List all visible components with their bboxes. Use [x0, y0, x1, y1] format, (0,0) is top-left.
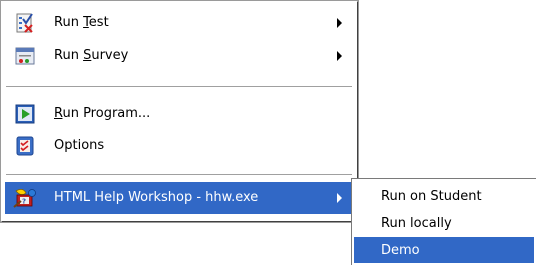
- submenu-item-run-locally[interactable]: Run locally: [354, 210, 534, 236]
- submenu-arrow-icon: [337, 193, 342, 203]
- menu-item-label-rest: est: [88, 15, 109, 30]
- submenu-item-label: Run locally: [381, 216, 452, 231]
- submenu-arrow-icon: [337, 18, 342, 28]
- options-checklist-icon: [15, 136, 35, 156]
- menu-item-html-help-workshop[interactable]: ? HTML Help Workshop - hhw.exe: [5, 182, 353, 214]
- menu-item-label: Run: [54, 48, 84, 63]
- menu-separator: [6, 174, 352, 176]
- survey-window-icon: [15, 46, 35, 66]
- submenu-item-label: Run on Student: [381, 189, 482, 204]
- menu-item-label-rest: Options: [54, 138, 105, 153]
- menu-item-options[interactable]: Options: [5, 130, 353, 162]
- menu-separator: [6, 86, 352, 88]
- svg-text:?: ?: [22, 198, 26, 206]
- menu-item-label-rest: urvey: [91, 48, 129, 63]
- menu-item-label: HTML Help Workshop - hhw.exe: [54, 190, 259, 205]
- menu-item-label: Run: [54, 15, 84, 30]
- menu-item-label-rest: un Program...: [62, 106, 151, 121]
- context-menu: Run Test Run Survey Run Program... Optio…: [0, 0, 359, 223]
- help-workshop-icon: ?: [13, 187, 37, 209]
- menu-item-run-test[interactable]: Run Test: [5, 7, 353, 39]
- submenu-item-label: Demo: [381, 243, 420, 258]
- run-program-icon: [15, 104, 35, 124]
- submenu-arrow-icon: [337, 51, 342, 61]
- submenu-item-run-on-student[interactable]: Run on Student: [354, 183, 534, 209]
- menu-item-run-survey[interactable]: Run Survey: [5, 40, 353, 72]
- test-checklist-icon: [15, 13, 35, 33]
- submenu: Run on Student Run locally Demo: [351, 178, 536, 265]
- submenu-item-demo[interactable]: Demo: [354, 237, 534, 263]
- menu-item-run-program[interactable]: Run Program...: [5, 98, 353, 130]
- screen: Run Test Run Survey Run Program... Optio…: [0, 0, 536, 265]
